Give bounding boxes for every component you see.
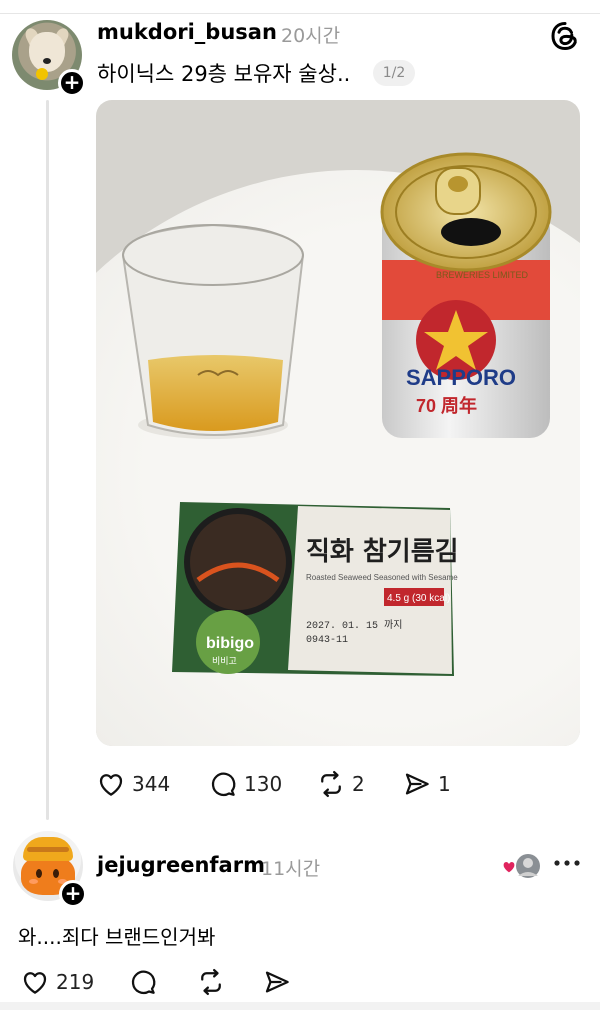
reply-follow-plus-icon[interactable]: + — [59, 880, 87, 908]
seaweed-title-text: 직화 참기름김 — [306, 537, 458, 567]
repost-button[interactable]: 2 — [316, 767, 365, 801]
repost-icon — [321, 771, 341, 797]
reply-username[interactable]: jejugreenfarm — [97, 853, 265, 877]
can-ring-text: BREWERIES LIMITED — [436, 270, 529, 280]
share-button[interactable]: 1 — [402, 767, 451, 801]
reply-text: 와....죄다 브랜드인거봐 — [18, 925, 216, 949]
beer-can-illustration: SAPPORO 70 周年 BREWERIES LIMITED — [380, 152, 552, 438]
comment-icon — [131, 970, 156, 995]
seaweed-weight-text: 4.5 g (30 kcal) — [387, 593, 450, 604]
post-photo[interactable]: SAPPORO 70 周年 BREWERIES LIMITED bibigo 비… — [96, 100, 580, 746]
heart-icon — [99, 774, 123, 796]
seaweed-brand-kr-text: 비비고 — [212, 656, 237, 667]
liked-by-author-icon — [502, 854, 540, 878]
post-text: 하이닉스 29층 보유자 술상.. — [97, 62, 351, 86]
more-dots-icon[interactable] — [552, 853, 582, 873]
heart-icon — [23, 972, 47, 994]
post-time: 20시간 — [281, 25, 341, 47]
seaweed-pack-illustration: bibigo 비비고 직화 참기름김 Roasted Seaweed Seaso… — [172, 502, 458, 676]
share-count: 1 — [438, 772, 451, 796]
seaweed-brand-text: bibigo — [206, 635, 254, 652]
can-brand-text: SAPPORO — [406, 365, 516, 390]
post-username[interactable]: mukdori_busan — [97, 20, 277, 44]
repost-icon — [201, 969, 221, 995]
threads-logo-icon[interactable] — [549, 20, 581, 52]
comment-icon — [211, 772, 236, 797]
share-icon — [405, 773, 429, 795]
thread-connector-line — [46, 100, 49, 820]
reply-share-button[interactable] — [262, 965, 292, 999]
page-indicator: 1/2 — [373, 60, 415, 86]
like-button[interactable]: 344 — [96, 767, 170, 801]
seaweed-code-text: 0943-11 — [306, 635, 348, 646]
reply-like-count: 219 — [56, 970, 95, 994]
seaweed-sub-text: Roasted Seaweed Seasoned with Sesame Oil — [306, 573, 458, 582]
share-icon — [265, 971, 289, 993]
like-count: 344 — [132, 772, 171, 796]
reply-repost-button[interactable] — [196, 965, 226, 999]
comment-button[interactable]: 130 — [208, 767, 282, 801]
follow-plus-icon[interactable]: + — [58, 69, 86, 97]
beer-glass-illustration — [121, 223, 305, 439]
reply-like-button[interactable]: 219 — [20, 965, 94, 999]
can-promo-text: 70 周年 — [416, 395, 477, 416]
bottom-edge — [0, 1002, 600, 1010]
seaweed-date-text: 2027. 01. 15 까지 — [306, 619, 402, 632]
reply-time: 11시간 — [261, 858, 321, 880]
reply-comment-button[interactable] — [128, 965, 158, 999]
top-divider — [0, 13, 600, 14]
comment-count: 130 — [244, 772, 283, 796]
repost-count: 2 — [352, 772, 365, 796]
